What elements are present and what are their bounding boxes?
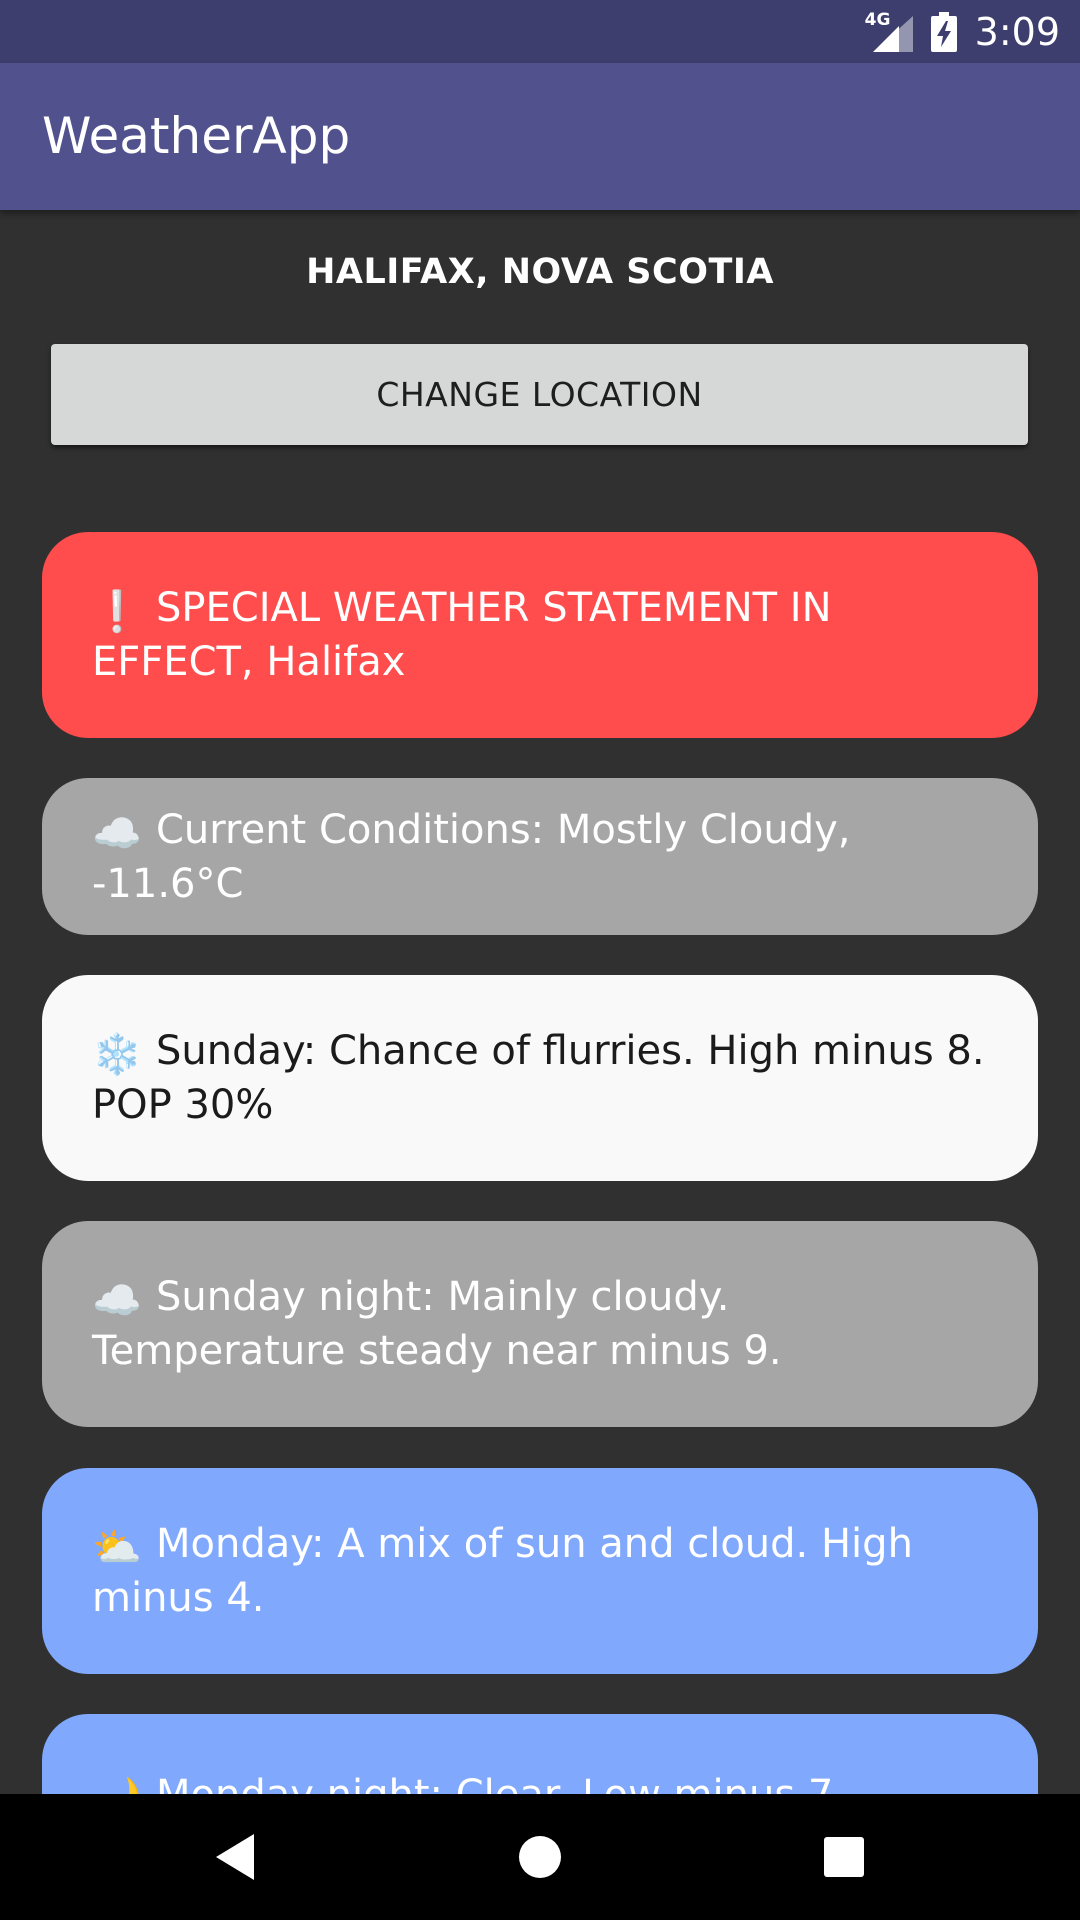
clock-time: 3:09 (974, 9, 1060, 54)
recents-button[interactable] (784, 1794, 904, 1920)
cell-signal-icon: 4G (865, 10, 913, 52)
forecast-card-monday[interactable]: ⛅ Monday: A mix of sun and cloud. High mi… (42, 1468, 1038, 1674)
cloud-icon: ☁️ (92, 1278, 142, 1324)
app-bar: WeatherApp (0, 63, 1080, 210)
forecast-list[interactable]: ❕ SPECIAL WEATHER STATEMENT IN EFFECT, Ha… (0, 470, 1080, 1794)
sun-behind-cloud-icon: ⛅ (92, 1525, 142, 1571)
recents-square-icon (824, 1837, 864, 1877)
card-text: Sunday: Chance of flurries. High minus 8… (92, 1028, 985, 1128)
current-conditions-card[interactable]: ☁️ Current Conditions: Mostly Cloudy, -11… (42, 778, 1038, 935)
card-text: Monday: A mix of sun and cloud. High min… (92, 1521, 913, 1621)
back-triangle-icon (216, 1834, 254, 1880)
change-location-button[interactable]: CHANGE LOCATION (51, 344, 1028, 445)
exclamation-icon: ❕ (92, 589, 142, 635)
crescent-moon-icon: 🌙 (92, 1774, 148, 1794)
card-text: Current Conditions: Mostly Cloudy, -11.6… (92, 806, 851, 907)
snowflake-icon: ❄️ (92, 1032, 142, 1078)
card-text: Monday night: Clear. Low minus 7. (156, 1772, 846, 1794)
card-text: SPECIAL WEATHER STATEMENT IN EFFECT, Hal… (92, 585, 832, 685)
card-text: Sunday night: Mainly cloudy. Temperature… (92, 1274, 782, 1374)
battery-charging-icon (930, 11, 957, 52)
forecast-card-sunday[interactable]: ❄️ Sunday: Chance of flurries. High minus… (42, 975, 1038, 1181)
app-title: WeatherApp (42, 107, 351, 165)
location-label: HALIFAX, NOVA SCOTIA (306, 252, 774, 292)
back-button[interactable] (176, 1794, 296, 1920)
status-icons: 4G 3:09 (865, 0, 1060, 63)
cloud-icon: ☁️ (92, 810, 142, 857)
home-button[interactable] (480, 1794, 600, 1920)
navigation-bar (0, 1794, 1080, 1920)
status-bar: 4G 3:09 (0, 0, 1080, 63)
forecast-card-sunday-night[interactable]: ☁️ Sunday night: Mainly cloudy. Temperatu… (42, 1221, 1038, 1427)
weather-alert-card[interactable]: ❕ SPECIAL WEATHER STATEMENT IN EFFECT, Ha… (42, 532, 1038, 738)
forecast-card-monday-night[interactable]: 🌙 Monday night: Clear. Low minus 7. (42, 1714, 1038, 1794)
home-circle-icon (519, 1836, 561, 1878)
